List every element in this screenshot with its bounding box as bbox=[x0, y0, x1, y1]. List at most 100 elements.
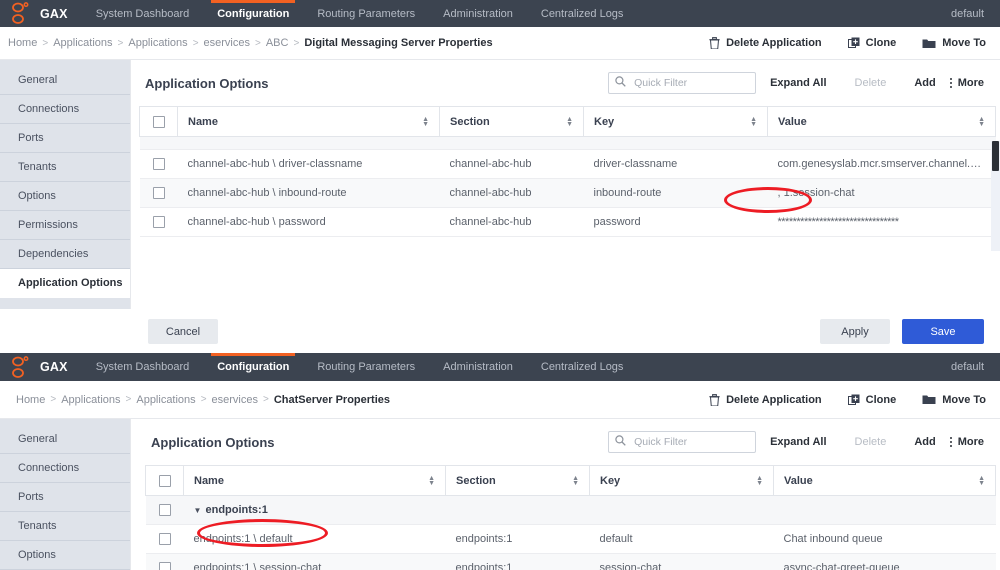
options-table-2: Name ▲ ▼ Section ▲ ▼ Key ▲ ▼ Value ▲ ▼ ▼ endpoint… bbox=[145, 465, 996, 570]
nav-routing-parameters-2[interactable]: Routing Parameters bbox=[303, 353, 429, 381]
row-checkbox[interactable] bbox=[158, 504, 171, 517]
sort-icon[interactable]: ▲ ▼ bbox=[566, 116, 573, 128]
table-group-row[interactable]: ▼ endpoints:1 bbox=[145, 495, 996, 525]
more-button-1[interactable]: More bbox=[949, 77, 990, 89]
vertical-scrollbar-thumb-1[interactable] bbox=[992, 141, 999, 171]
sort-icon[interactable]: ▲ ▼ bbox=[750, 116, 757, 128]
sidebar-item-application-options-1[interactable]: Application Options bbox=[0, 269, 130, 298]
sidebar-item-general-2[interactable]: General bbox=[0, 425, 130, 454]
table-row[interactable]: channel-abc-hub \ inbound-route channel-… bbox=[139, 178, 996, 208]
cancel-button-1[interactable]: Cancel bbox=[148, 319, 218, 344]
user-menu-1[interactable]: default bbox=[951, 8, 1000, 20]
move-to-button-2[interactable]: Move To bbox=[922, 394, 986, 406]
cell-name: channel-abc-hub \ password bbox=[177, 207, 440, 237]
sidebar-item-permissions-1[interactable]: Permissions bbox=[0, 211, 130, 240]
chevron-down-icon[interactable]: ▼ bbox=[194, 506, 206, 515]
row-checkbox-cell bbox=[145, 524, 184, 554]
nav-configuration-1[interactable]: Configuration bbox=[203, 0, 303, 27]
more-button-2[interactable]: More bbox=[949, 436, 990, 448]
delete-application-label-2: Delete Application bbox=[726, 393, 822, 406]
table-row[interactable]: endpoints:1 \ session-chat endpoints:1 s… bbox=[145, 553, 996, 570]
column-key-2[interactable]: Key ▲ ▼ bbox=[589, 465, 774, 496]
quick-filter-2[interactable] bbox=[608, 431, 757, 453]
add-button-2[interactable]: Add bbox=[900, 436, 949, 448]
column-section-1[interactable]: Section ▲ ▼ bbox=[439, 106, 584, 137]
breadcrumb-item-applications-1[interactable]: Applications bbox=[49, 37, 116, 49]
apply-button-1[interactable]: Apply bbox=[820, 319, 890, 344]
table-row[interactable]: channel-abc-hub \ driver-classname chann… bbox=[139, 149, 996, 179]
sort-icon[interactable]: ▲ ▼ bbox=[978, 116, 985, 128]
quick-filter-1[interactable] bbox=[608, 72, 757, 94]
user-menu-2[interactable]: default bbox=[951, 361, 1000, 373]
nav-centralized-logs-1[interactable]: Centralized Logs bbox=[527, 0, 638, 27]
nav-system-dashboard-2[interactable]: System Dashboard bbox=[82, 353, 204, 381]
sort-icon[interactable]: ▲ ▼ bbox=[422, 116, 429, 128]
column-value-1[interactable]: Value ▲ ▼ bbox=[767, 106, 996, 137]
column-name-1[interactable]: Name ▲ ▼ bbox=[177, 106, 440, 137]
column-key-1[interactable]: Key ▲ ▼ bbox=[583, 106, 768, 137]
nav-routing-parameters-1[interactable]: Routing Parameters bbox=[303, 0, 429, 27]
cell-group-name[interactable]: ▼ endpoints:1 bbox=[183, 495, 446, 525]
column-section-label-2: Section bbox=[456, 474, 496, 487]
clone-label-1: Clone bbox=[865, 37, 897, 49]
nav-items-2: System Dashboard Configuration Routing P… bbox=[82, 353, 638, 381]
move-to-button-1[interactable]: Move To bbox=[922, 37, 986, 49]
row-checkbox[interactable] bbox=[152, 187, 165, 200]
sidebar-item-tenants-1[interactable]: Tenants bbox=[0, 153, 130, 182]
sort-icon[interactable]: ▲ ▼ bbox=[756, 475, 763, 487]
cell-section: endpoints:1 bbox=[445, 524, 590, 554]
select-all-checkbox-1[interactable] bbox=[152, 115, 165, 128]
nav-configuration-2[interactable]: Configuration bbox=[203, 353, 303, 381]
quick-filter-input-1[interactable] bbox=[632, 76, 750, 90]
sidebar-item-options-2[interactable]: Options bbox=[0, 541, 130, 570]
breadcrumb-item-home-2[interactable]: Home bbox=[12, 394, 49, 406]
breadcrumb-item-abc-1[interactable]: ABC bbox=[262, 37, 293, 49]
row-checkbox[interactable] bbox=[158, 562, 171, 570]
breadcrumb-item-home-1[interactable]: Home bbox=[4, 37, 41, 49]
save-button-1[interactable]: Save bbox=[902, 319, 984, 344]
sidebar-item-connections-2[interactable]: Connections bbox=[0, 454, 130, 483]
delete-application-button-1[interactable]: Delete Application bbox=[709, 37, 822, 49]
row-checkbox-cell bbox=[145, 495, 184, 525]
expand-all-button-1[interactable]: Expand All bbox=[756, 77, 840, 89]
breadcrumb-item-applications-2b[interactable]: Applications bbox=[132, 394, 199, 406]
sidebar-item-general-1[interactable]: General bbox=[0, 66, 130, 95]
sidebar-item-options-1[interactable]: Options bbox=[0, 182, 130, 211]
column-value-2[interactable]: Value ▲ ▼ bbox=[773, 465, 996, 496]
breadcrumb-item-eservices-1[interactable]: eservices bbox=[200, 37, 254, 49]
sort-icon[interactable]: ▲ ▼ bbox=[572, 475, 579, 487]
select-all-checkbox-2[interactable] bbox=[158, 474, 171, 487]
row-checkbox[interactable] bbox=[152, 158, 165, 171]
table-row[interactable]: channel-abc-hub \ password channel-abc-h… bbox=[139, 207, 996, 237]
delete-application-button-2[interactable]: Delete Application bbox=[709, 394, 822, 406]
table-row[interactable]: endpoints:1 \ default endpoints:1 defaul… bbox=[145, 524, 996, 554]
sidebar-item-ports-1[interactable]: Ports bbox=[0, 124, 130, 153]
options-toolbar-1: Expand All Delete Add More bbox=[608, 72, 990, 94]
nav-administration-2[interactable]: Administration bbox=[429, 353, 527, 381]
row-checkbox[interactable] bbox=[152, 216, 165, 229]
cell-key: driver-classname bbox=[583, 149, 768, 179]
clone-button-2[interactable]: Clone bbox=[847, 394, 896, 406]
sidebar-item-tenants-2[interactable]: Tenants bbox=[0, 512, 130, 541]
breadcrumb-item-applications-2-1[interactable]: Applications bbox=[124, 37, 191, 49]
column-name-2[interactable]: Name ▲ ▼ bbox=[183, 465, 446, 496]
add-button-1[interactable]: Add bbox=[900, 77, 949, 89]
column-section-2[interactable]: Section ▲ ▼ bbox=[445, 465, 590, 496]
nav-administration-1[interactable]: Administration bbox=[429, 0, 527, 27]
expand-all-button-2[interactable]: Expand All bbox=[756, 436, 840, 448]
sort-icon[interactable]: ▲ ▼ bbox=[978, 475, 985, 487]
sort-icon[interactable]: ▲ ▼ bbox=[428, 475, 435, 487]
sidebar-item-dependencies-1[interactable]: Dependencies bbox=[0, 240, 130, 269]
sidebar-item-connections-1[interactable]: Connections bbox=[0, 95, 130, 124]
quick-filter-input-2[interactable] bbox=[632, 435, 750, 449]
breadcrumb-2: Home > Applications > Applications > ese… bbox=[0, 394, 394, 406]
breadcrumb-item-applications-2[interactable]: Applications bbox=[57, 394, 124, 406]
sidebar-1: General Connections Ports Tenants Option… bbox=[0, 60, 130, 309]
nav-system-dashboard-1[interactable]: System Dashboard bbox=[82, 0, 204, 27]
row-checkbox[interactable] bbox=[158, 533, 171, 546]
sidebar-item-ports-2[interactable]: Ports bbox=[0, 483, 130, 512]
breadcrumb-item-eservices-2[interactable]: eservices bbox=[208, 394, 262, 406]
clone-button-1[interactable]: Clone bbox=[847, 37, 897, 49]
nav-centralized-logs-2[interactable]: Centralized Logs bbox=[527, 353, 638, 381]
folder-icon bbox=[922, 38, 936, 49]
